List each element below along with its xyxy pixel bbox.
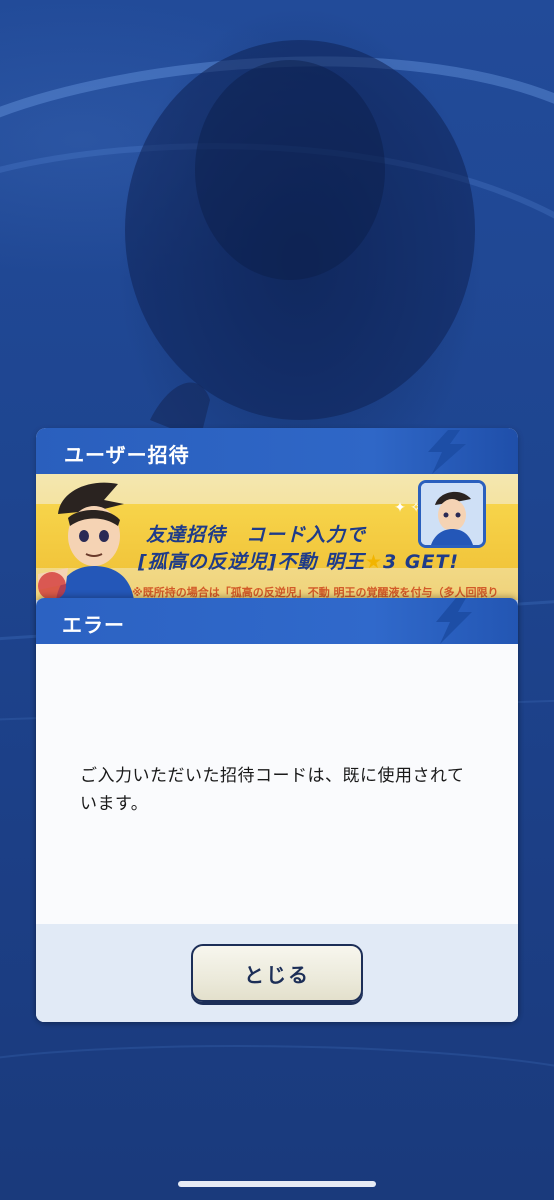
portrait-face-icon [421, 483, 483, 545]
close-button-label: とじる [244, 962, 310, 987]
error-body: ご入力いただいた招待コードは、既に使用されています。 [36, 644, 518, 924]
lightning-bolt-icon [428, 430, 466, 474]
lightning-bolt-icon [436, 598, 472, 644]
banner-reward-count: 3 GET! [383, 551, 460, 573]
banner-text-line2: [孤高の反逆児]不動 明王★3 GET! [138, 547, 459, 574]
close-button[interactable]: とじる [191, 944, 363, 1002]
star-icon: ★ [364, 551, 384, 573]
error-footer: とじる [36, 924, 518, 1022]
invite-header: ユーザー招待 [36, 428, 518, 474]
home-indicator[interactable] [178, 1181, 376, 1187]
banner-text-line1: 友達招待 コード入力で [146, 524, 367, 546]
invite-banner: ✦ ✧ 友達招待 コード入力で [孤高の反逆児]不動 明王★3 GET! ※既所… [36, 474, 518, 600]
invite-title: ユーザー招待 [64, 443, 190, 467]
error-dialog: エラー ご入力いただいた招待コードは、既に使用されています。 とじる [36, 598, 518, 1022]
error-message: ご入力いただいた招待コードは、既に使用されています。 [80, 766, 465, 814]
error-header: エラー [36, 598, 518, 644]
banner-reward-name: [孤高の反逆児]不動 明王 [138, 551, 365, 573]
character-portrait [418, 480, 486, 548]
character-illustration [38, 482, 134, 600]
error-title: エラー [62, 613, 125, 637]
